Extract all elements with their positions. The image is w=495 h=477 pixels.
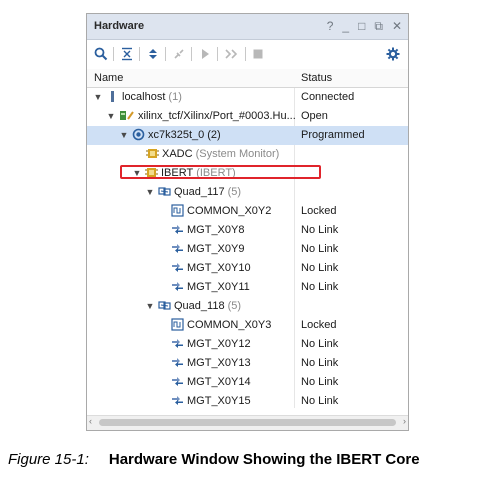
- tree-row-jtag-target[interactable]: ▼ xilinx_tcf/Xilinx/Port_#0003.Hu... Ope…: [87, 107, 408, 126]
- figure-number: Figure 15-1:: [8, 451, 89, 468]
- status-text: No Link: [301, 376, 339, 388]
- tree-row-mgt-x0y8[interactable]: MGT_X0Y8 No Link: [87, 221, 408, 240]
- help-button[interactable]: ?: [327, 19, 334, 34]
- transceiver-icon: [172, 339, 183, 348]
- tree-label: MGT_X0Y9: [187, 242, 245, 255]
- minimize-button[interactable]: _: [342, 19, 349, 34]
- tree-label: MGT_X0Y8: [187, 223, 245, 236]
- status-text: Open: [301, 110, 328, 122]
- device-chip-icon: [132, 128, 145, 141]
- tree-row-mgt-x0y9[interactable]: MGT_X0Y9 No Link: [87, 240, 408, 259]
- status-text: Programmed: [301, 129, 365, 141]
- tree-row-mgt-x0y15[interactable]: MGT_X0Y15 No Link: [87, 392, 408, 411]
- transceiver-icon: [172, 358, 183, 367]
- status-text: No Link: [301, 262, 339, 274]
- tree-row-mgt-x0y11[interactable]: MGT_X0Y11 No Link: [87, 278, 408, 297]
- tree-label: xilinx_tcf/Xilinx/Port_#0003.Hu...: [138, 109, 296, 122]
- status-text: No Link: [301, 357, 339, 369]
- tree-label: xc7k325t_0: [148, 128, 205, 141]
- run-icon[interactable]: [198, 45, 212, 63]
- chevron-down-icon[interactable]: ▼: [145, 301, 155, 311]
- tree-row-mgt-x0y10[interactable]: MGT_X0Y10 No Link: [87, 259, 408, 278]
- collapse-all-icon[interactable]: [120, 45, 134, 63]
- connect-icon[interactable]: [172, 45, 186, 63]
- quad-icon: [158, 301, 171, 310]
- gear-icon[interactable]: [386, 45, 400, 63]
- window-titlebar: Hardware ? _ □ ⧉ ✕: [87, 14, 408, 40]
- tree-label: MGT_X0Y12: [187, 337, 251, 350]
- tree-label: localhost: [122, 90, 166, 103]
- hardware-window: Hardware ? _ □ ⧉ ✕ Name Status ▼ localho…: [86, 13, 409, 431]
- window-controls: ? _ □ ⧉ ✕: [327, 19, 402, 34]
- horizontal-scrollbar[interactable]: ‹ ›: [87, 415, 408, 430]
- status-text: No Link: [301, 224, 339, 236]
- tree-row-common-x0y3[interactable]: COMMON_X0Y3 Locked: [87, 316, 408, 335]
- name-column-header[interactable]: Name: [94, 72, 123, 84]
- tree-label: COMMON_X0Y3: [187, 318, 272, 331]
- scrollbar-thumb[interactable]: [99, 419, 396, 426]
- figure-title: Hardware Window Showing the IBERT Core: [108, 451, 420, 468]
- close-button[interactable]: ✕: [392, 19, 402, 34]
- tree-label: MGT_X0Y15: [187, 394, 251, 407]
- transceiver-icon: [172, 225, 183, 234]
- server-icon: [111, 91, 114, 102]
- chevron-down-icon[interactable]: ▼: [106, 111, 116, 121]
- column-header: Name Status: [87, 69, 408, 88]
- quad-icon: [158, 187, 171, 196]
- tree-row-device[interactable]: ▼ xc7k325t_0 (2) Programmed: [87, 126, 408, 145]
- tree-row-mgt-x0y12[interactable]: MGT_X0Y12 No Link: [87, 335, 408, 354]
- status-text: No Link: [301, 281, 339, 293]
- forward-icon[interactable]: [224, 45, 240, 63]
- tree-label: MGT_X0Y14: [187, 375, 251, 388]
- expand-all-icon[interactable]: [146, 45, 160, 63]
- ibert-highlight-box: [120, 165, 321, 179]
- pll-icon: [171, 318, 184, 331]
- tree-row-mgt-x0y13[interactable]: MGT_X0Y13 No Link: [87, 354, 408, 373]
- tree-row-localhost[interactable]: ▼ localhost (1) Connected: [87, 88, 408, 107]
- chevron-down-icon[interactable]: ▼: [93, 92, 103, 102]
- tree-row-xadc[interactable]: XADC (System Monitor): [87, 145, 408, 164]
- chevron-down-icon[interactable]: ▼: [119, 130, 129, 140]
- tree-label: COMMON_X0Y2: [187, 204, 272, 217]
- tree-label: MGT_X0Y11: [187, 280, 250, 293]
- status-text: Locked: [301, 205, 337, 217]
- status-text: Connected: [301, 91, 355, 103]
- tree-row-quad-117[interactable]: ▼ Quad_117 (5): [87, 183, 408, 202]
- pll-icon: [171, 204, 184, 217]
- tree-label: MGT_X0Y10: [187, 261, 251, 274]
- tree-row-mgt-x0y14[interactable]: MGT_X0Y14 No Link: [87, 373, 408, 392]
- status-text: No Link: [301, 243, 339, 255]
- scroll-right-icon[interactable]: ›: [403, 416, 406, 426]
- status-text: No Link: [301, 395, 339, 407]
- transceiver-icon: [172, 263, 183, 272]
- scroll-left-icon[interactable]: ‹: [89, 416, 92, 426]
- tree-row-common-x0y2[interactable]: COMMON_X0Y2 Locked: [87, 202, 408, 221]
- chevron-down-icon[interactable]: ▼: [145, 187, 155, 197]
- status-text: No Link: [301, 338, 339, 350]
- search-icon[interactable]: [94, 45, 108, 63]
- tree-label: Quad_117: [174, 185, 225, 198]
- transceiver-icon: [172, 396, 183, 405]
- tree-row-quad-118[interactable]: ▼ Quad_118 (5): [87, 297, 408, 316]
- transceiver-icon: [172, 282, 183, 291]
- jtag-cable-icon: [120, 111, 134, 120]
- debug-core-icon: [146, 149, 159, 158]
- tree-label: XADC: [162, 147, 193, 160]
- toolbar: [87, 41, 408, 67]
- status-column-header[interactable]: Status: [301, 72, 332, 84]
- float-button[interactable]: ⧉: [374, 19, 383, 34]
- figure-caption: Figure 15-1: Hardware Window Showing the …: [8, 451, 420, 468]
- window-title: Hardware: [94, 20, 145, 32]
- transceiver-icon: [172, 377, 183, 386]
- transceiver-icon: [172, 244, 183, 253]
- tree-label: Quad_118: [174, 299, 225, 312]
- stop-icon[interactable]: [251, 45, 265, 63]
- maximize-button[interactable]: □: [358, 19, 365, 34]
- tree-label: MGT_X0Y13: [187, 356, 251, 369]
- status-text: Locked: [301, 319, 337, 331]
